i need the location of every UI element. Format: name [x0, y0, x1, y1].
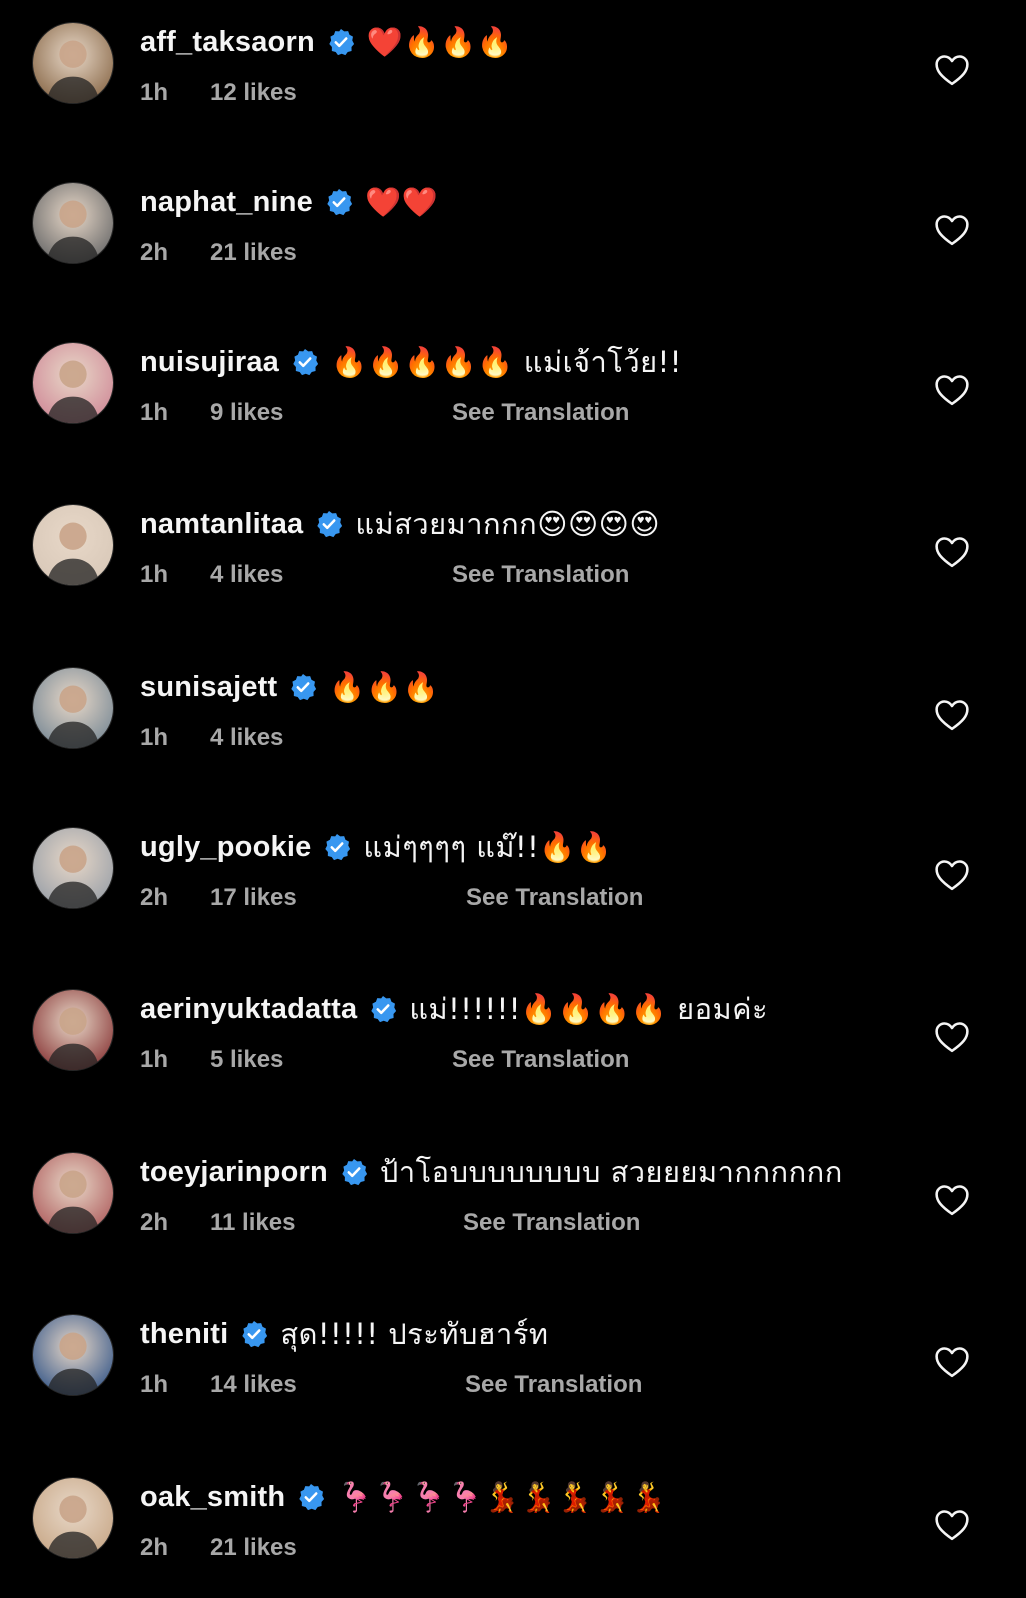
heart-outline-icon[interactable]: [934, 213, 970, 247]
comment-line: ugly_pookie แม่ๆๆๆๆ แม๊!!🔥🔥: [140, 824, 613, 870]
comment-time: 1h: [140, 724, 169, 751]
likes-count[interactable]: 4 likes: [210, 561, 283, 589]
heart-outline-icon[interactable]: [934, 53, 970, 87]
comment-item: toeyjarinporn ป้าโอบบบบบบบบ สวยยยมากกกกกก…: [0, 1135, 1026, 1255]
comment-line: sunisajett 🔥🔥🔥: [140, 664, 439, 710]
see-translation-link[interactable]: See Translation: [452, 561, 629, 589]
comment-item: oak_smith 🦩🦩🦩🦩💃💃💃💃💃 2h 21 likes: [0, 1460, 1026, 1580]
likes-count[interactable]: 21 likes: [210, 1534, 297, 1562]
username[interactable]: oak_smith: [140, 1481, 285, 1514]
heart-outline-icon[interactable]: [934, 698, 970, 732]
avatar[interactable]: [32, 342, 114, 424]
comment-line: theniti สุด!!!!! ประทับฮาร์ท: [140, 1311, 549, 1357]
avatar[interactable]: [32, 989, 114, 1071]
avatar[interactable]: [32, 667, 114, 749]
see-translation-link[interactable]: See Translation: [463, 1209, 640, 1237]
comment-item: ugly_pookie แม่ๆๆๆๆ แม๊!!🔥🔥 2h 17 likes See …: [0, 810, 1026, 930]
heart-outline-icon[interactable]: [934, 858, 970, 892]
comment-time: 1h: [140, 1046, 169, 1073]
comment-time: 1h: [140, 561, 169, 588]
likes-count[interactable]: 4 likes: [210, 724, 283, 752]
username[interactable]: toeyjarinporn: [140, 1156, 328, 1189]
username[interactable]: sunisajett: [140, 671, 277, 704]
username[interactable]: aerinyuktadatta: [140, 993, 357, 1026]
heart-outline-icon[interactable]: [934, 373, 970, 407]
comment-item: naphat_nine ❤️❤️ 2h 21 likes: [0, 165, 1026, 285]
comment-text: ❤️🔥🔥🔥: [366, 24, 514, 59]
comment-text: แม่!!!!!!🔥🔥🔥🔥 ยอมค่ะ: [409, 992, 769, 1026]
see-translation-link[interactable]: See Translation: [452, 1046, 629, 1074]
verified-badge-icon: [297, 1483, 325, 1511]
verified-badge-icon: [369, 995, 397, 1023]
username[interactable]: aff_taksaorn: [140, 26, 315, 59]
username[interactable]: nuisujiraa: [140, 346, 279, 379]
verified-badge-icon: [323, 833, 351, 861]
likes-count[interactable]: 12 likes: [210, 79, 297, 107]
heart-outline-icon[interactable]: [934, 535, 970, 569]
comment-time: 2h: [140, 1534, 169, 1561]
likes-count[interactable]: 17 likes: [210, 884, 297, 912]
comment-line: namtanlitaa แม่สวยมากกก😍😍😍😍: [140, 501, 660, 547]
heart-outline-icon[interactable]: [934, 1508, 970, 1542]
comment-line: aff_taksaorn ❤️🔥🔥🔥: [140, 19, 513, 65]
comment-text: แม่ๆๆๆๆ แม๊!!🔥🔥: [363, 830, 613, 864]
username[interactable]: namtanlitaa: [140, 508, 303, 541]
verified-badge-icon: [240, 1320, 268, 1348]
verified-badge-icon: [340, 1158, 368, 1186]
comment-time: 2h: [140, 239, 169, 266]
comment-text: 🔥🔥🔥🔥🔥 แม่เจ้าโว้ย!!: [331, 345, 682, 379]
comment-text: 🔥🔥🔥: [329, 669, 440, 704]
comment-item: theniti สุด!!!!! ประทับฮาร์ท 1h 14 likes See…: [0, 1297, 1026, 1417]
comment-text: สุด!!!!! ประทับฮาร์ท: [280, 1317, 549, 1351]
likes-count[interactable]: 11 likes: [210, 1209, 295, 1237]
comment-line: oak_smith 🦩🦩🦩🦩💃💃💃💃💃: [140, 1474, 667, 1520]
comment-time: 1h: [140, 1371, 169, 1398]
comment-line: toeyjarinporn ป้าโอบบบบบบบบ สวยยยมากกกกกก: [140, 1149, 843, 1195]
likes-count[interactable]: 14 likes: [210, 1371, 297, 1399]
heart-outline-icon[interactable]: [934, 1345, 970, 1379]
avatar[interactable]: [32, 1314, 114, 1396]
comment-text: แม่สวยมากกก😍😍😍😍: [355, 507, 661, 541]
likes-count[interactable]: 9 likes: [210, 399, 283, 427]
likes-count[interactable]: 5 likes: [210, 1046, 283, 1074]
avatar[interactable]: [32, 504, 114, 586]
comment-item: nuisujiraa 🔥🔥🔥🔥🔥 แม่เจ้าโว้ย!! 1h 9 likes Se…: [0, 325, 1026, 445]
verified-badge-icon: [315, 510, 343, 538]
verified-badge-icon: [325, 188, 353, 216]
comment-text: ป้าโอบบบบบบบบ สวยยยมากกกกกก: [379, 1155, 843, 1189]
avatar[interactable]: [32, 1477, 114, 1559]
verified-badge-icon: [291, 348, 319, 376]
see-translation-link[interactable]: See Translation: [465, 1371, 642, 1399]
comment-time: 2h: [140, 1209, 169, 1236]
see-translation-link[interactable]: See Translation: [466, 884, 643, 912]
comment-item: aff_taksaorn ❤️🔥🔥🔥 1h 12 likes: [0, 5, 1026, 125]
comment-item: aerinyuktadatta แม่!!!!!!🔥🔥🔥🔥 ยอมค่ะ 1h 5 l…: [0, 972, 1026, 1092]
likes-count[interactable]: 21 likes: [210, 239, 297, 267]
username[interactable]: ugly_pookie: [140, 831, 311, 864]
avatar[interactable]: [32, 182, 114, 264]
comment-time: 1h: [140, 399, 169, 426]
username[interactable]: theniti: [140, 1318, 228, 1351]
heart-outline-icon[interactable]: [934, 1020, 970, 1054]
verified-badge-icon: [289, 673, 317, 701]
comment-text: ❤️❤️: [365, 184, 439, 219]
comment-line: naphat_nine ❤️❤️: [140, 179, 438, 225]
comment-text: 🦩🦩🦩🦩💃💃💃💃💃: [337, 1479, 667, 1514]
comment-line: aerinyuktadatta แม่!!!!!!🔥🔥🔥🔥 ยอมค่ะ: [140, 986, 768, 1032]
comment-item: namtanlitaa แม่สวยมากกก😍😍😍😍 1h 4 likes See T…: [0, 487, 1026, 607]
comment-item: sunisajett 🔥🔥🔥 1h 4 likes: [0, 650, 1026, 770]
heart-outline-icon[interactable]: [934, 1183, 970, 1217]
comment-time: 1h: [140, 79, 169, 106]
verified-badge-icon: [327, 28, 355, 56]
see-translation-link[interactable]: See Translation: [452, 399, 629, 427]
username[interactable]: naphat_nine: [140, 186, 313, 219]
comment-time: 2h: [140, 884, 169, 911]
avatar[interactable]: [32, 22, 114, 104]
comment-line: nuisujiraa 🔥🔥🔥🔥🔥 แม่เจ้าโว้ย!!: [140, 339, 682, 385]
avatar[interactable]: [32, 1152, 114, 1234]
comments-screen: { "comments": [ {"username": "aff_taksao…: [0, 0, 1026, 1598]
avatar[interactable]: [32, 827, 114, 909]
